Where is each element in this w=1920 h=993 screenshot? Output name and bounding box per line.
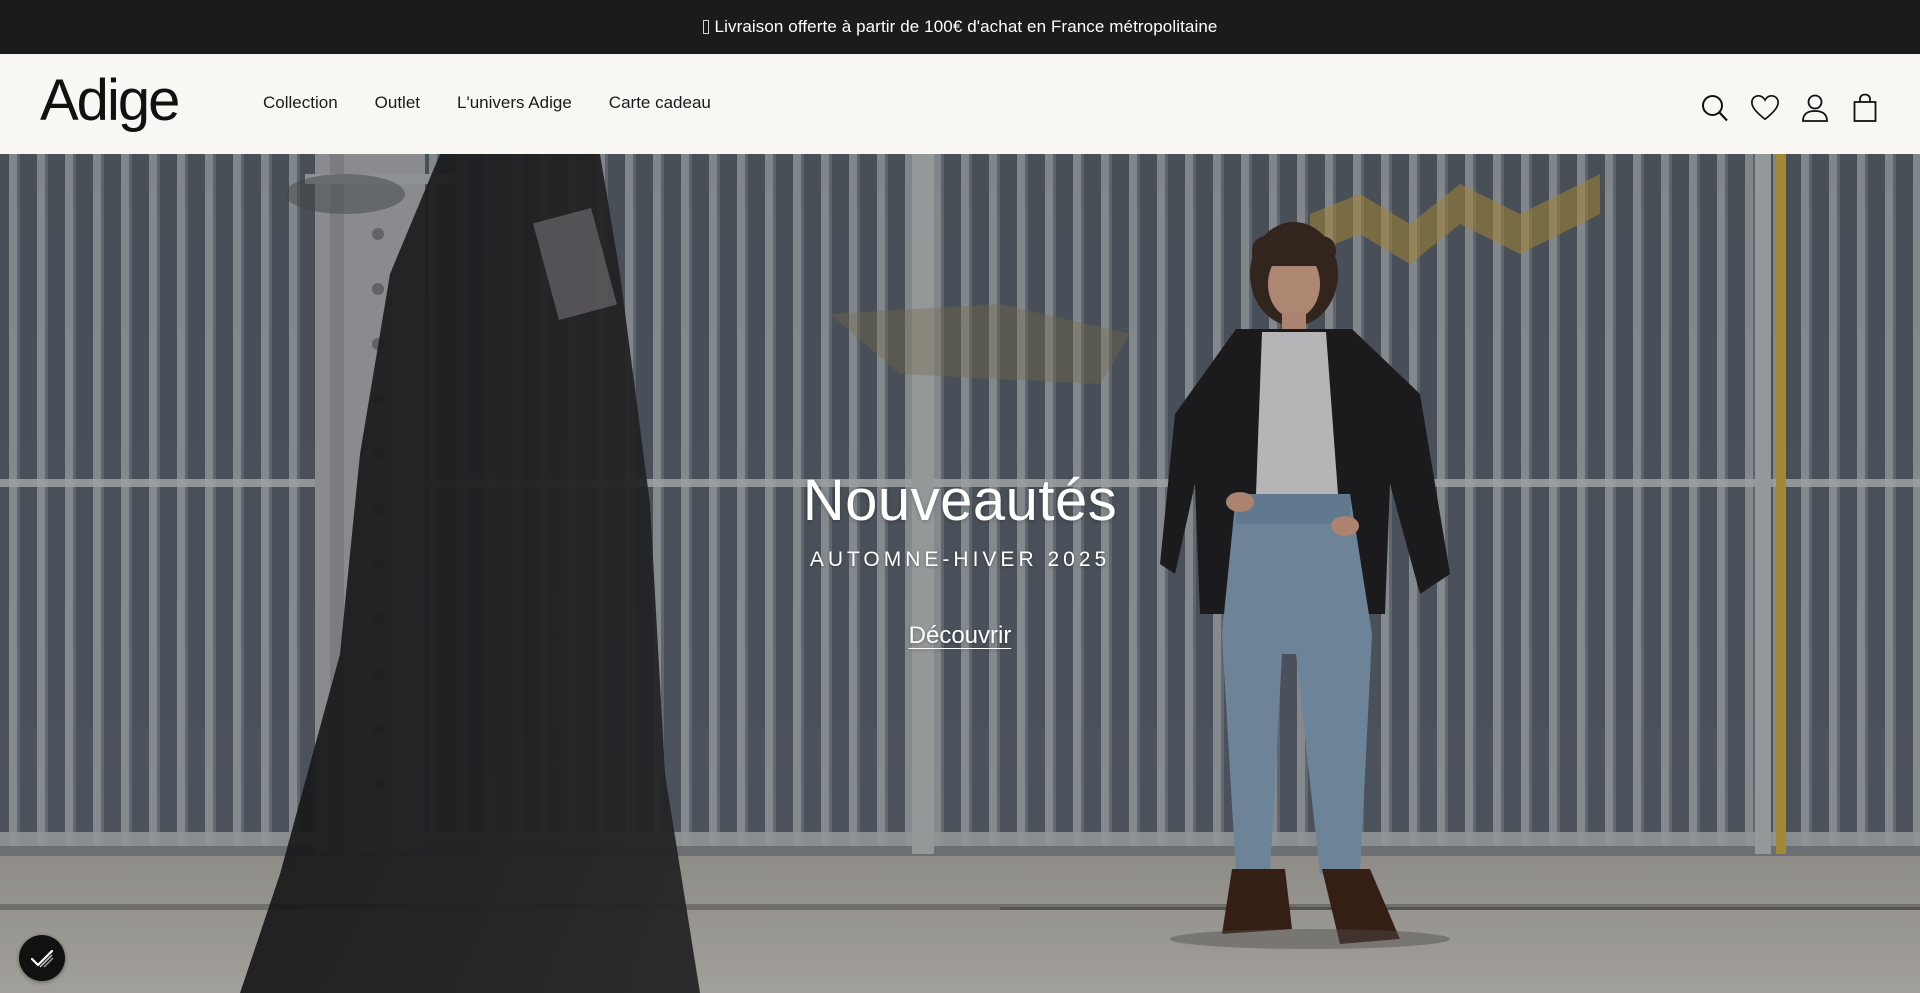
site-header: Adige Collection Outlet L'univers Adige … (0, 54, 1920, 154)
hero-title: Nouveautés (802, 468, 1118, 533)
cookie-consent-button[interactable] (19, 935, 65, 981)
hero-subtitle: AUTOMNE-HIVER 2025 (809, 548, 1111, 571)
truck-icon (702, 20, 709, 34)
heart-icon[interactable] (1750, 92, 1780, 124)
svg-text:Adige: Adige (40, 72, 178, 133)
hero-banner[interactable]: Nouveautés AUTOMNE-HIVER 2025 Découvrir (0, 154, 1920, 993)
nav-collection[interactable]: Collection (263, 93, 338, 113)
announcement-bar: Livraison offerte à partir de 100€ d'ach… (0, 0, 1920, 54)
discover-button[interactable]: Découvrir (909, 622, 1012, 650)
search-icon[interactable] (1700, 92, 1730, 124)
cookie-consent-icon (30, 949, 54, 968)
hero-text: Nouveautés AUTOMNE-HIVER 2025 Découvrir (0, 472, 1920, 650)
account-icon[interactable] (1800, 92, 1830, 124)
nav-outlet[interactable]: Outlet (375, 93, 420, 113)
nav-carte-cadeau[interactable]: Carte cadeau (609, 93, 711, 113)
bag-icon[interactable] (1850, 92, 1880, 124)
nav-univers-adige[interactable]: L'univers Adige (457, 93, 572, 113)
main-nav: Collection Outlet L'univers Adige Carte … (263, 93, 748, 113)
announcement-text: Livraison offerte à partir de 100€ d'ach… (714, 17, 1218, 36)
adige-logo[interactable]: Adige (40, 72, 218, 138)
header-icons (1700, 92, 1880, 124)
